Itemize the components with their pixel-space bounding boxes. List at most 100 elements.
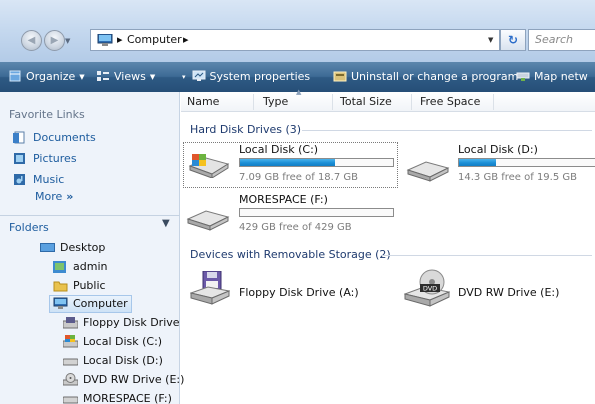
drive-free-space: 429 GB free of 429 GB xyxy=(239,222,352,233)
system-properties-button[interactable]: ▾ System properties xyxy=(182,69,310,85)
views-label: Views xyxy=(114,70,146,83)
tree-item-label: DVD RW Drive (E:) xyxy=(83,373,185,386)
address-bar: ◀ ▶ ▼ ▸ Computer ▸ ▼ ↻ Search xyxy=(0,0,595,62)
drive-usage-bar xyxy=(239,158,394,167)
column-divider[interactable] xyxy=(493,94,494,110)
hard-drive-icon xyxy=(406,161,450,182)
address-dropdown-icon[interactable]: ▼ xyxy=(488,36,493,44)
uninstall-label: Uninstall or change a program xyxy=(351,70,519,83)
computer-icon xyxy=(97,34,113,46)
tree-item-desktop[interactable]: Desktop xyxy=(40,239,105,256)
forward-arrow-icon: ▶ xyxy=(50,35,59,46)
organize-button[interactable]: Organize ▼ xyxy=(8,69,85,85)
tree-item-floppy[interactable]: Floppy Disk Drive xyxy=(63,314,180,331)
tree-item-admin[interactable]: admin xyxy=(53,258,107,275)
column-free-space[interactable]: Free Space xyxy=(420,95,480,108)
desktop-icon xyxy=(40,243,55,252)
group-divider xyxy=(382,255,592,256)
documents-icon xyxy=(13,131,25,144)
drive-name: MORESPACE (F:) xyxy=(239,193,328,206)
drive-usage-bar xyxy=(239,208,394,217)
uninstall-button[interactable]: Uninstall or change a program xyxy=(333,69,518,85)
drive-usage-fill xyxy=(459,159,497,166)
chevron-down-icon: ▼ xyxy=(79,73,85,81)
column-divider[interactable] xyxy=(253,94,254,110)
system-drive-icon xyxy=(63,335,78,348)
more-links-button[interactable]: More» xyxy=(35,190,73,203)
dvd-drive-icon: DVD xyxy=(404,269,450,307)
nav-link-music[interactable]: Music xyxy=(13,172,64,188)
pane-divider xyxy=(0,215,180,216)
breadcrumb-item-computer[interactable]: Computer xyxy=(127,33,182,46)
tree-item-local-disk-d[interactable]: Local Disk (D:) xyxy=(63,352,163,369)
views-button[interactable]: Views ▼ xyxy=(96,69,155,85)
drive-name: Local Disk (D:) xyxy=(458,143,538,156)
double-chevron-icon: » xyxy=(66,190,74,203)
hard-drive-icon xyxy=(63,396,78,404)
column-divider[interactable] xyxy=(332,94,333,110)
map-network-label: Map netw xyxy=(534,70,588,83)
drive-name: DVD RW Drive (E:) xyxy=(458,286,560,299)
breadcrumb-separator-icon: ▸ xyxy=(117,33,123,46)
floppy-drive-icon xyxy=(63,317,78,329)
column-total-size[interactable]: Total Size xyxy=(340,95,392,108)
tree-item-computer[interactable]: Computer xyxy=(49,295,132,313)
refresh-icon: ↻ xyxy=(507,33,519,47)
nav-link-label: Documents xyxy=(33,131,96,144)
drive-name: Floppy Disk Drive (A:) xyxy=(239,286,359,299)
hard-drive-icon xyxy=(63,358,78,366)
nav-link-pictures[interactable]: Pictures xyxy=(13,151,77,167)
group-divider xyxy=(302,130,592,131)
forward-button[interactable]: ▶ xyxy=(44,30,65,51)
tree-item-morespace[interactable]: MORESPACE (F:) xyxy=(63,390,172,404)
nav-link-documents[interactable]: Documents xyxy=(13,130,96,146)
sort-ascending-icon: ▲ xyxy=(296,88,302,96)
group-header-hard-disk-drives[interactable]: Hard Disk Drives (3) xyxy=(190,122,301,138)
organize-icon xyxy=(9,70,21,82)
favorite-links-heading: Favorite Links xyxy=(9,108,85,121)
column-header: Name Type Total Size Free Space xyxy=(181,92,595,112)
drive-usage-bar xyxy=(458,158,595,167)
column-type[interactable]: Type xyxy=(263,95,288,108)
map-network-drive-button[interactable]: Map netw xyxy=(516,69,588,85)
recent-pages-dropdown[interactable]: ▼ xyxy=(65,37,70,45)
system-drive-icon xyxy=(188,154,230,178)
drive-free-space: 14.3 GB free of 19.5 GB xyxy=(458,172,577,183)
system-properties-icon xyxy=(192,70,206,81)
computer-icon xyxy=(53,297,68,309)
tree-item-label: Local Disk (C:) xyxy=(83,335,163,348)
breadcrumb-separator-icon[interactable]: ▸ xyxy=(183,33,189,46)
organize-label: Organize xyxy=(26,70,76,83)
column-divider[interactable] xyxy=(411,94,412,110)
tree-item-label: Computer xyxy=(73,297,128,310)
tree-item-dvd[interactable]: DVD RW Drive (E:) xyxy=(63,371,184,388)
nav-link-label: Pictures xyxy=(33,152,77,165)
refresh-button[interactable]: ↻ xyxy=(500,29,526,51)
chevron-down-icon: ▼ xyxy=(149,73,156,81)
tree-item-label: Local Disk (D:) xyxy=(83,354,163,367)
drive-usage-fill xyxy=(240,159,335,166)
more-label: More xyxy=(35,190,63,203)
dvd-badge: DVD xyxy=(423,285,437,293)
tree-item-label: admin xyxy=(73,260,108,273)
back-button[interactable]: ◀ xyxy=(21,30,42,51)
tree-item-public[interactable]: Public xyxy=(53,277,106,294)
group-header-removable-storage[interactable]: Devices with Removable Storage (2) xyxy=(190,247,391,263)
breadcrumb[interactable]: ▸ Computer ▸ xyxy=(90,29,500,51)
column-name[interactable]: Name xyxy=(187,95,219,108)
user-folder-icon xyxy=(53,261,66,273)
folders-heading[interactable]: Folders xyxy=(9,221,49,234)
search-input[interactable]: Search xyxy=(528,29,595,51)
drive-name: Local Disk (C:) xyxy=(239,143,319,156)
music-icon xyxy=(14,174,25,185)
tree-item-label: MORESPACE (F:) xyxy=(83,392,172,404)
pictures-icon xyxy=(14,153,25,164)
back-arrow-icon: ◀ xyxy=(27,35,36,46)
chevron-down-icon[interactable]: ▼ xyxy=(162,218,170,229)
tree-item-label: Floppy Disk Drive xyxy=(83,316,180,329)
tree-item-local-disk-c[interactable]: Local Disk (C:) xyxy=(63,333,162,350)
search-placeholder: Search xyxy=(535,33,574,46)
tree-item-label: Public xyxy=(73,279,106,292)
nav-link-label: Music xyxy=(33,173,65,186)
drive-free-space: 7.09 GB free of 18.7 GB xyxy=(239,172,358,183)
